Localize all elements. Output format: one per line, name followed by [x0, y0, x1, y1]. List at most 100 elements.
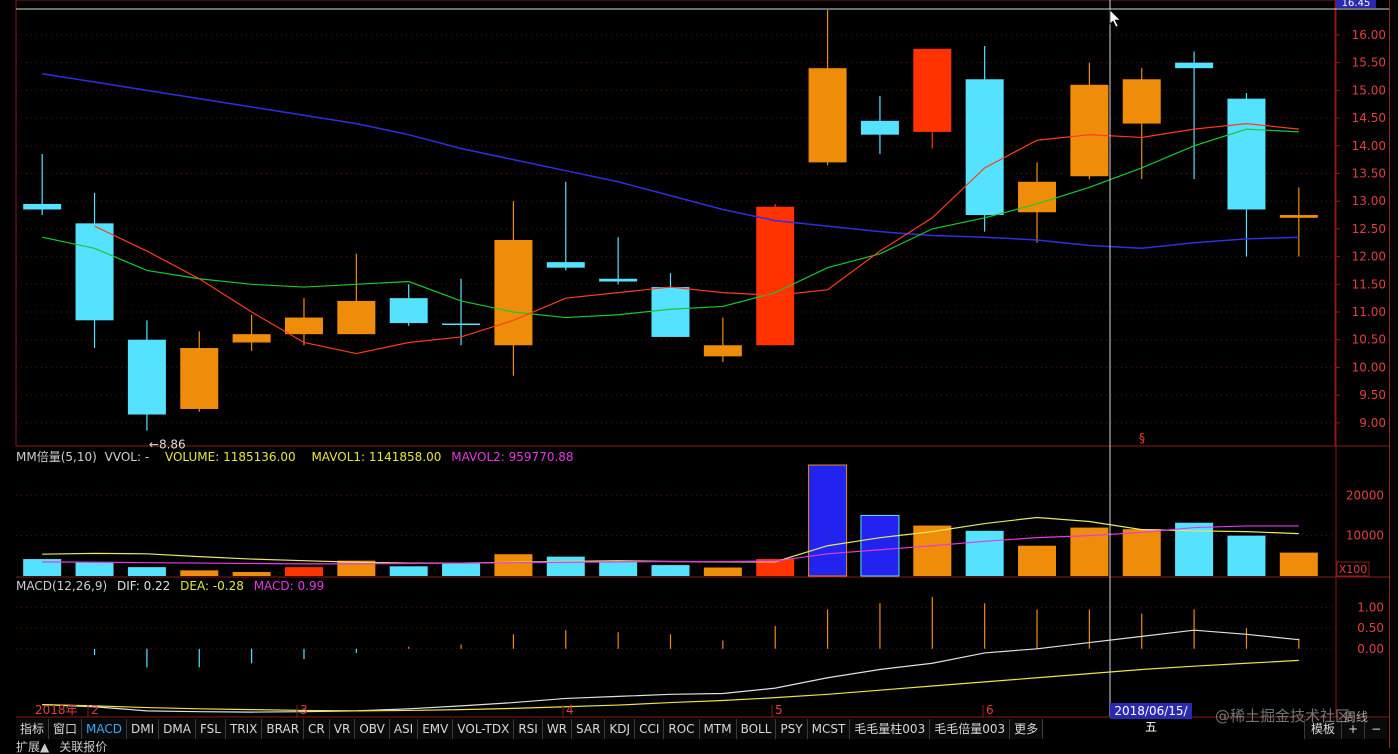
volume-bar: [1279, 552, 1318, 576]
price-tick-label: 13.00: [1352, 194, 1386, 208]
tab-kdj[interactable]: KDJ: [605, 719, 636, 739]
candle-body: [494, 239, 533, 346]
tab-brar[interactable]: BRAR: [262, 719, 305, 739]
tab-macd[interactable]: MACD: [82, 719, 128, 739]
price-tick-label: 12.00: [1352, 250, 1386, 264]
price-tick-label: 15.50: [1352, 56, 1386, 70]
candle-body: [23, 203, 62, 210]
volume-bar: [442, 562, 481, 576]
volume-bar: [1227, 535, 1266, 576]
vvol-label: VVOL: -: [104, 450, 150, 464]
tab-dmi[interactable]: DMI: [127, 719, 160, 739]
volume-bar: [127, 567, 166, 576]
candle-body: [1175, 62, 1214, 69]
price-tick-label: 11.50: [1352, 277, 1386, 291]
price-tick-label: 9.50: [1359, 388, 1386, 402]
candle-body: [1070, 84, 1109, 177]
price-tick-label: 11.00: [1352, 305, 1386, 319]
tab-更多[interactable]: 更多: [1010, 719, 1044, 739]
tab-cci[interactable]: CCI: [635, 719, 665, 739]
candle-body: [965, 79, 1004, 216]
tab-psy[interactable]: PSY: [776, 719, 808, 739]
volume-unit: X100: [1339, 563, 1368, 576]
candle-body: [337, 300, 376, 335]
tab-vr[interactable]: VR: [329, 719, 356, 739]
tab-dma[interactable]: DMA: [159, 719, 196, 739]
x-year-label: 2018年: [35, 703, 78, 717]
tab-emv[interactable]: EMV: [418, 719, 454, 739]
volume-bar: [860, 514, 900, 577]
candle-body: [651, 287, 690, 337]
tab-rsi[interactable]: RSI: [514, 719, 543, 739]
macd-indicator-name[interactable]: MACD(12,26,9): [16, 579, 107, 593]
x-month-label: 4: [566, 703, 574, 717]
price-tick-label: 9.00: [1359, 416, 1386, 430]
tab-wr[interactable]: WR: [542, 719, 573, 739]
volume-panel-header: MM倍量(5,10) VVOL: - VOLUME: 1185136.00 MA…: [16, 448, 574, 465]
chart-canvas[interactable]: 16.00 15.50 15.00 14.50 14.00 13.50 13.00 12.50…: [0, 0, 1398, 748]
volume-bar: [965, 530, 1004, 576]
candle-body: [756, 206, 795, 346]
tab-cr[interactable]: CR: [304, 719, 330, 739]
candle-body: [860, 120, 899, 135]
candle-body: [284, 317, 323, 335]
tab-asi[interactable]: ASI: [389, 719, 419, 739]
candle-body: [75, 223, 114, 321]
tab-mtm[interactable]: MTM: [699, 719, 737, 739]
x-month-label: 6: [986, 703, 994, 717]
tab-roc[interactable]: ROC: [664, 719, 700, 739]
volume-bar: [599, 561, 638, 576]
current-price-badge: 16.45: [1336, 0, 1376, 8]
candle-body: [1279, 215, 1318, 218]
tab-boll[interactable]: BOLL: [736, 719, 777, 739]
mouse-pointer-icon: [1109, 9, 1121, 28]
tab-sar[interactable]: SAR: [572, 719, 606, 739]
ma-short-line: [94, 122, 1299, 355]
candle-body: [127, 339, 166, 415]
tab-窗口[interactable]: 窗口: [49, 719, 83, 739]
tab-毛毛量柱003[interactable]: 毛毛量柱003: [850, 719, 931, 739]
right-side-strip: [1389, 0, 1398, 748]
candle-body: [1227, 98, 1266, 210]
volume-bar: [651, 565, 690, 576]
macd-panel-header: MACD(12,26,9) DIF: 0.22 DEA: -0.28 MACD:…: [16, 579, 324, 593]
cursor-date-badge: 2018/06/15/五: [1110, 703, 1192, 734]
tab-mcst[interactable]: MCST: [807, 719, 851, 739]
period-label[interactable]: 周线: [1344, 710, 1368, 724]
volume-bar: [1018, 545, 1057, 576]
volume-bar: [284, 567, 323, 576]
macd-tick-label: 0.00: [1357, 642, 1384, 656]
tab-fsl[interactable]: FSL: [195, 719, 226, 739]
dif-value: DIF: 0.22: [116, 579, 171, 593]
tab-vol-tdx[interactable]: VOL-TDX: [453, 719, 515, 739]
mavol2-value: MAVOL2: 959770.88: [451, 450, 574, 464]
candle-body: [232, 334, 271, 343]
price-tick-label: 16.00: [1352, 28, 1386, 42]
volume-indicator-name[interactable]: MM倍量(5,10): [16, 450, 97, 464]
bottom-bar-item[interactable]: 关联报价: [59, 740, 107, 754]
volume-bar: [180, 570, 219, 576]
tab-obv[interactable]: OBV: [355, 719, 390, 739]
event-flag: §: [1139, 431, 1145, 445]
mavol1-value: MAVOL1: 1141858.00: [311, 450, 442, 464]
volume-bar: [546, 556, 585, 576]
macd-tick-label: 1.00: [1357, 600, 1384, 614]
bottom-bar: 扩展▲ 关联报价: [16, 740, 107, 754]
tab-毛毛倍量003[interactable]: 毛毛倍量003: [930, 719, 1011, 739]
candle-body: [703, 345, 742, 357]
volume-bar: [75, 561, 114, 576]
price-tick-label: 10.50: [1352, 333, 1386, 347]
indicator-tabs: 指标 窗口 MACD DMI DMA FSL TRIX BRAR CR VR OBV ASI EMV VO…: [16, 719, 1044, 739]
tab-指标[interactable]: 指标: [16, 719, 50, 739]
x-month-label: 2: [91, 703, 99, 717]
tab-trix[interactable]: TRIX: [225, 719, 263, 739]
candle-body: [913, 48, 952, 132]
candle-body: [180, 348, 219, 409]
candle-body: [1122, 79, 1161, 124]
candle-body: [546, 262, 585, 268]
candle-body: [599, 278, 638, 282]
volume-value: VOLUME: 1185136.00: [164, 450, 296, 464]
bottom-bar-item[interactable]: 扩展▲: [16, 740, 49, 754]
volume-tick-label: 20000: [1346, 488, 1384, 502]
price-tick-label: 13.50: [1352, 166, 1386, 180]
